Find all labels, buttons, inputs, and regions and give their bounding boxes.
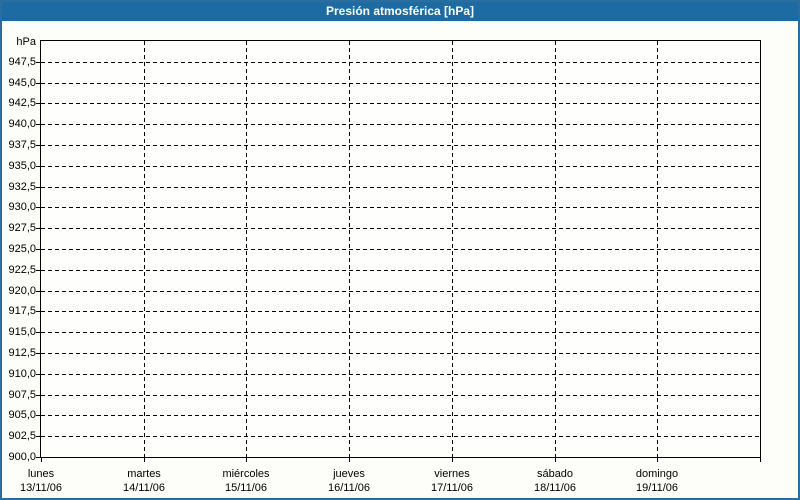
gridline-horizontal <box>41 291 760 292</box>
y-axis-tick <box>36 145 40 146</box>
gridline-horizontal <box>41 374 760 375</box>
y-axis-tick <box>36 436 40 437</box>
gridline-horizontal <box>41 436 760 437</box>
y-tick-label: 940,0 <box>8 118 36 130</box>
gridline-horizontal <box>41 124 760 125</box>
y-tick-label: 900,0 <box>8 451 36 463</box>
gridline-horizontal <box>41 415 760 416</box>
x-day-label: miércoles <box>222 468 270 480</box>
y-tick-label: 935,0 <box>8 160 36 172</box>
y-axis-tick <box>36 228 40 229</box>
x-axis-tick <box>246 458 247 462</box>
gridline-horizontal <box>41 83 760 84</box>
y-tick-label: 902,5 <box>8 430 36 442</box>
x-date-label: 16/11/06 <box>327 482 370 494</box>
y-tick-label: 907,5 <box>8 389 36 401</box>
gridline-horizontal <box>41 395 760 396</box>
gridline-horizontal <box>41 103 760 104</box>
y-axis-tick <box>36 166 40 167</box>
gridline-horizontal <box>41 311 760 312</box>
x-date-label: 18/11/06 <box>533 482 576 494</box>
y-axis-tick <box>36 83 40 84</box>
y-tick-label: 930,0 <box>8 201 36 213</box>
x-day-label: viernes <box>434 468 470 480</box>
y-axis-tick <box>36 332 40 333</box>
gridline-horizontal <box>41 270 760 271</box>
y-axis-tick <box>36 291 40 292</box>
y-tick-label: 910,0 <box>8 368 36 380</box>
x-date-label: 14/11/06 <box>122 482 165 494</box>
y-tick-label: 915,0 <box>8 326 36 338</box>
gridline-vertical <box>452 41 453 457</box>
gridline-vertical <box>555 41 556 457</box>
gridline-horizontal <box>41 166 760 167</box>
x-day-label: jueves <box>333 468 365 480</box>
y-axis-tick <box>36 187 40 188</box>
x-axis-tick <box>452 458 453 462</box>
y-tick-label: 912,5 <box>8 347 36 359</box>
x-day-label: domingo <box>635 468 679 480</box>
y-axis-tick <box>36 353 40 354</box>
gridline-vertical <box>657 41 658 457</box>
y-tick-label: 917,5 <box>8 305 36 317</box>
gridline-horizontal <box>41 353 760 354</box>
y-tick-label: 925,0 <box>8 243 36 255</box>
y-axis-tick <box>36 103 40 104</box>
gridline-horizontal <box>41 249 760 250</box>
y-tick-label: 920,0 <box>8 285 36 297</box>
x-date-label: 17/11/06 <box>430 482 473 494</box>
x-day-label: martes <box>127 468 161 480</box>
gridline-vertical <box>349 41 350 457</box>
chart-title-bar: Presión atmosférica [hPa] <box>2 2 798 21</box>
y-tick-label: 947,5 <box>8 56 36 68</box>
y-axis-tick <box>36 207 40 208</box>
x-date-label: 13/11/06 <box>19 482 62 494</box>
gridline-horizontal <box>41 207 760 208</box>
x-axis-tick <box>555 458 556 462</box>
gridline-horizontal <box>41 187 760 188</box>
x-day-label: lunes <box>27 468 55 480</box>
x-date-label: 15/11/06 <box>224 482 267 494</box>
y-axis-tick <box>36 415 40 416</box>
y-tick-label: 932,5 <box>8 181 36 193</box>
gridline-horizontal <box>41 228 760 229</box>
y-axis-tick <box>36 124 40 125</box>
y-tick-label: 905,0 <box>8 409 36 421</box>
gridline-vertical <box>144 41 145 457</box>
y-tick-label: 937,5 <box>8 139 36 151</box>
x-day-label: sábado <box>536 468 574 480</box>
y-tick-label: 942,5 <box>8 97 36 109</box>
x-axis-tick <box>41 458 42 462</box>
y-axis-tick <box>36 374 40 375</box>
y-axis-tick <box>36 395 40 396</box>
y-axis-tick <box>36 457 40 458</box>
gridline-vertical <box>246 41 247 457</box>
gridline-horizontal <box>41 62 760 63</box>
y-axis-tick <box>36 62 40 63</box>
y-tick-label: 927,5 <box>8 222 36 234</box>
y-axis-tick <box>36 270 40 271</box>
gridline-horizontal <box>41 332 760 333</box>
y-tick-label: 922,5 <box>8 264 36 276</box>
chart-title: Presión atmosférica [hPa] <box>325 3 475 18</box>
x-axis-tick <box>349 458 350 462</box>
x-date-label: 19/11/06 <box>635 482 678 494</box>
x-axis-tick <box>760 458 761 462</box>
x-axis-tick <box>144 458 145 462</box>
y-tick-label: 945,0 <box>8 77 36 89</box>
y-axis-tick <box>36 311 40 312</box>
pressure-chart-widget: Presión atmosférica [hPa] hPa 947,5 945,0… <box>0 0 800 500</box>
gridline-horizontal <box>41 145 760 146</box>
y-axis-tick <box>36 249 40 250</box>
y-axis-unit-label: hPa <box>16 36 36 48</box>
x-axis-tick <box>657 458 658 462</box>
